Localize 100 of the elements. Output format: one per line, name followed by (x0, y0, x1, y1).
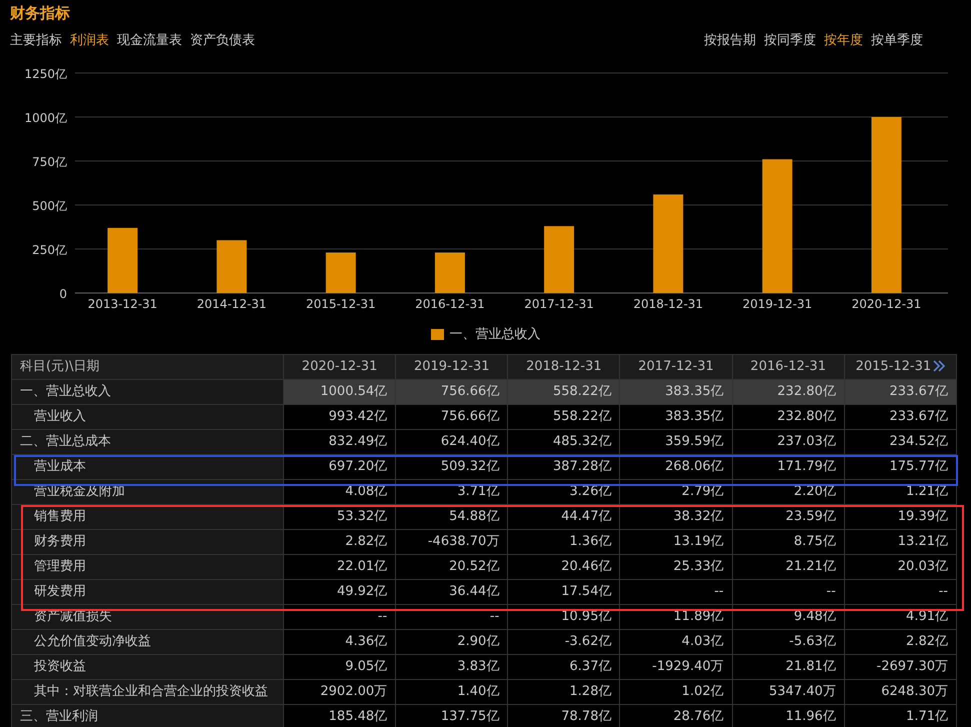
table-cell: 232.80亿 (732, 404, 844, 430)
table-cell: 11.96亿 (732, 704, 844, 727)
table-cell: -4638.70万 (396, 530, 508, 554)
column-header: 2017-12-31 (620, 354, 732, 380)
row-label: 营业收入 (12, 404, 284, 430)
y-axis-label: 750亿 (32, 155, 67, 169)
table-cell: 4.03亿 (620, 630, 732, 654)
x-axis-label: 2018-12-31 (633, 297, 704, 311)
table-cell: 1.40亿 (396, 680, 508, 704)
x-axis-label: 2016-12-31 (415, 297, 485, 311)
table-cell: 6.37亿 (508, 654, 620, 680)
table-cell: 756.66亿 (396, 404, 508, 430)
table-cell: 20.52亿 (396, 554, 508, 580)
table-cell: 4.36亿 (284, 630, 396, 654)
row-label: 投资收益 (12, 654, 284, 680)
double-chevron-icon[interactable] (933, 360, 946, 372)
x-axis-label: 2013-12-31 (88, 297, 158, 311)
row-label: 公允价值变动净收益 (12, 630, 284, 654)
table-cell: 1.36亿 (508, 530, 620, 554)
table-cell: -- (620, 580, 732, 604)
column-header: 2018-12-31 (508, 354, 620, 380)
table-cell: -1929.40万 (620, 654, 732, 680)
table-cell: 13.19亿 (620, 530, 732, 554)
x-axis-label: 2015-12-31 (306, 297, 376, 311)
table-cell: 1.02亿 (620, 680, 732, 704)
table-cell: 558.22亿 (508, 380, 620, 404)
table-cell: 1000.54亿 (284, 380, 396, 404)
x-axis-label: 2020-12-31 (852, 297, 922, 311)
x-axis-label: 2017-12-31 (524, 297, 594, 311)
period-tab[interactable]: 按单季度 (871, 31, 923, 49)
period-tab[interactable]: 按同季度 (764, 31, 816, 49)
table-cell: 233.67亿 (844, 404, 956, 430)
table-cell: 624.40亿 (396, 430, 508, 454)
y-axis-label: 500亿 (32, 199, 67, 213)
legend-label: 一、营业总收入 (450, 326, 540, 343)
table-cell: 20.03亿 (844, 554, 956, 580)
table-cell: -- (732, 580, 844, 604)
table-cell: 20.46亿 (508, 554, 620, 580)
table-cell: 17.54亿 (508, 580, 620, 604)
column-header: 2019-12-31 (396, 354, 508, 380)
table-cell: -3.62亿 (508, 630, 620, 654)
table-cell: 383.35亿 (620, 404, 732, 430)
row-label: 财务费用 (12, 530, 284, 554)
table-cell: -5.63亿 (732, 630, 844, 654)
table-cell: 3.83亿 (396, 654, 508, 680)
row-label: 管理费用 (12, 554, 284, 580)
table-cell: 25.33亿 (620, 554, 732, 580)
tab[interactable]: 主要指标 (10, 31, 62, 49)
column-header: 2016-12-31 (732, 354, 844, 380)
tab[interactable]: 现金流量表 (117, 31, 182, 49)
column-header: 2015-12-31 (844, 354, 956, 380)
table-cell: 5347.40万 (732, 680, 844, 704)
table-cell: 359.59亿 (620, 430, 732, 454)
table-cell: 185.48亿 (284, 704, 396, 727)
table-cell: 36.44亿 (396, 580, 508, 604)
x-axis-label: 2014-12-31 (196, 297, 267, 311)
table-cell: 49.92亿 (284, 580, 396, 604)
y-axis-label: 1250亿 (24, 67, 67, 81)
y-axis-label: 0 (59, 287, 67, 301)
table-cell: 234.52亿 (844, 430, 956, 454)
row-label: 研发费用 (12, 580, 284, 604)
table-cell: 233.67亿 (844, 380, 956, 404)
table-cell: 2902.00万 (284, 680, 396, 704)
table-cell: 6248.30万 (844, 680, 956, 704)
section-title: 财务指标 (9, 3, 71, 24)
table-cell: 1.71亿 (844, 704, 956, 727)
table-cell: 13.21亿 (844, 530, 956, 554)
table-cell: 2.90亿 (396, 630, 508, 654)
table-cell: 9.05亿 (284, 654, 396, 680)
table-cell: 137.75亿 (396, 704, 508, 727)
table-cell: 756.66亿 (396, 380, 508, 404)
table-cell: -- (844, 580, 956, 604)
table-cell: 2.82亿 (844, 630, 956, 654)
row-label: 三、营业利润 (12, 704, 284, 727)
y-axis-label: 1000亿 (24, 111, 67, 125)
table-cell: 558.22亿 (508, 404, 620, 430)
tab[interactable]: 利润表 (70, 31, 109, 49)
y-axis-label: 250亿 (32, 243, 67, 257)
period-tab[interactable]: 按报告期 (704, 31, 756, 49)
table-cell: 832.49亿 (284, 430, 396, 454)
table-cell: 8.75亿 (732, 530, 844, 554)
row-label: 其中：对联营企业和合营企业的投资收益 (12, 680, 284, 704)
column-header: 科目(元)\日期 (12, 354, 284, 380)
period-tab[interactable]: 按年度 (824, 31, 863, 49)
table-cell: 1.28亿 (508, 680, 620, 704)
table-cell: 78.78亿 (508, 704, 620, 727)
row-label: 二、营业总成本 (12, 430, 284, 454)
tab[interactable]: 资产负债表 (190, 31, 255, 49)
table-cell: 232.80亿 (732, 380, 844, 404)
column-header: 2020-12-31 (284, 354, 396, 380)
table-cell: 2.82亿 (284, 530, 396, 554)
table-cell: 22.01亿 (284, 554, 396, 580)
table-cell: 21.21亿 (732, 554, 844, 580)
table-cell: 993.42亿 (284, 404, 396, 430)
table-cell: 237.03亿 (732, 430, 844, 454)
x-axis-label: 2019-12-31 (742, 297, 812, 311)
table-cell: 485.32亿 (508, 430, 620, 454)
table-cell: 21.81亿 (732, 654, 844, 680)
table-cell: 383.35亿 (620, 380, 732, 404)
row-label: 一、营业总收入 (12, 380, 284, 404)
